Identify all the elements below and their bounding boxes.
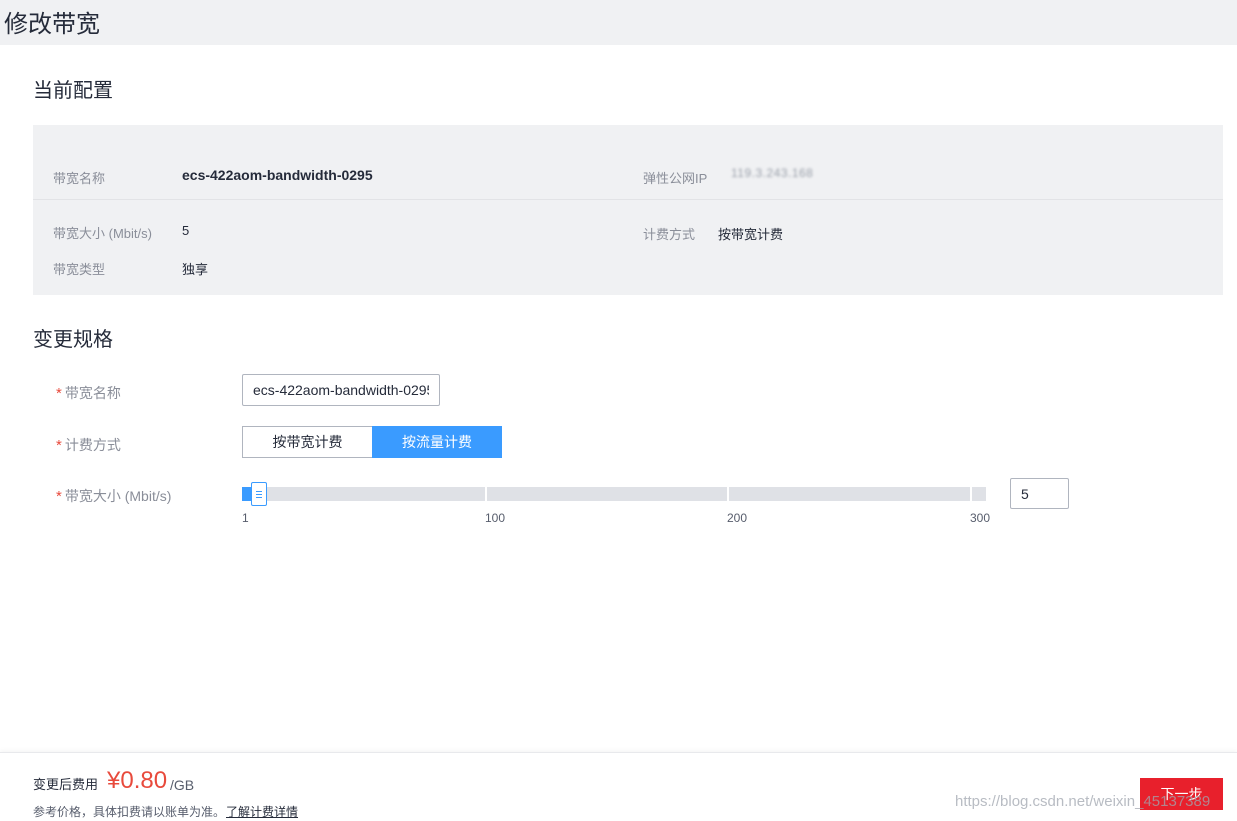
page-title: 修改带宽: [4, 11, 100, 38]
required-mark: *: [56, 488, 62, 505]
fee-price: ¥0.80: [107, 767, 168, 794]
cfg-eip-value: 119.3.243.168: [731, 166, 814, 180]
cfg-bandwidth-size-label: 带宽大小 (Mbit/s): [53, 226, 152, 241]
cfg-bandwidth-name-value: ecs-422aom-bandwidth-0295: [182, 167, 373, 183]
cfg-billing-mode-value: 按带宽计费: [718, 227, 784, 242]
cfg-billing-mode-label: 计费方式: [643, 227, 696, 242]
fee-unit: /GB: [170, 777, 195, 793]
form-label-bandwidth-name: * 带宽名称: [56, 385, 121, 402]
fee-label: 变更后费用: [33, 777, 99, 792]
form-label-bandwidth-size: * 带宽大小 (Mbit/s): [56, 488, 172, 505]
cfg-bandwidth-type-label: 带宽类型: [53, 262, 106, 277]
cfg-bandwidth-type-value: 独享: [182, 262, 209, 277]
billing-option-by-traffic[interactable]: 按流量计费: [372, 426, 502, 458]
required-mark: *: [56, 385, 62, 402]
bandwidth-slider-handle[interactable]: [251, 482, 267, 506]
required-mark: *: [56, 437, 62, 454]
current-config-panel: [33, 125, 1223, 295]
billing-details-link[interactable]: 了解计费详情: [226, 803, 298, 820]
cfg-eip-label: 弹性公网IP: [643, 171, 708, 186]
bandwidth-size-input[interactable]: [1010, 478, 1069, 509]
slider-segment-divider: [727, 487, 729, 501]
change-spec-title: 变更规格: [33, 329, 113, 351]
config-divider: [33, 199, 1223, 200]
watermark: https://blog.csdn.net/weixin_45137389: [955, 793, 1211, 810]
current-config-title: 当前配置: [33, 80, 113, 102]
bandwidth-slider-track[interactable]: [242, 487, 986, 501]
cfg-bandwidth-size-value: 5: [182, 223, 190, 238]
slider-tick-label: 1: [242, 511, 249, 525]
slider-tick-label: 100: [485, 511, 506, 525]
fee-note: 参考价格，具体扣费请以账单为准。: [33, 805, 226, 819]
page-header: 修改带宽: [0, 0, 1237, 45]
slider-segment-divider: [485, 487, 487, 501]
billing-option-by-bandwidth[interactable]: 按带宽计费: [242, 426, 372, 458]
grip-icon: [256, 490, 262, 498]
slider-tick-label: 200: [727, 511, 748, 525]
slider-segment-divider: [970, 487, 972, 501]
slider-tick-label: 300: [970, 511, 991, 525]
bandwidth-name-input[interactable]: [242, 374, 440, 406]
cfg-bandwidth-name-label: 带宽名称: [53, 171, 106, 186]
form-label-billing-mode: * 计费方式: [56, 437, 121, 454]
